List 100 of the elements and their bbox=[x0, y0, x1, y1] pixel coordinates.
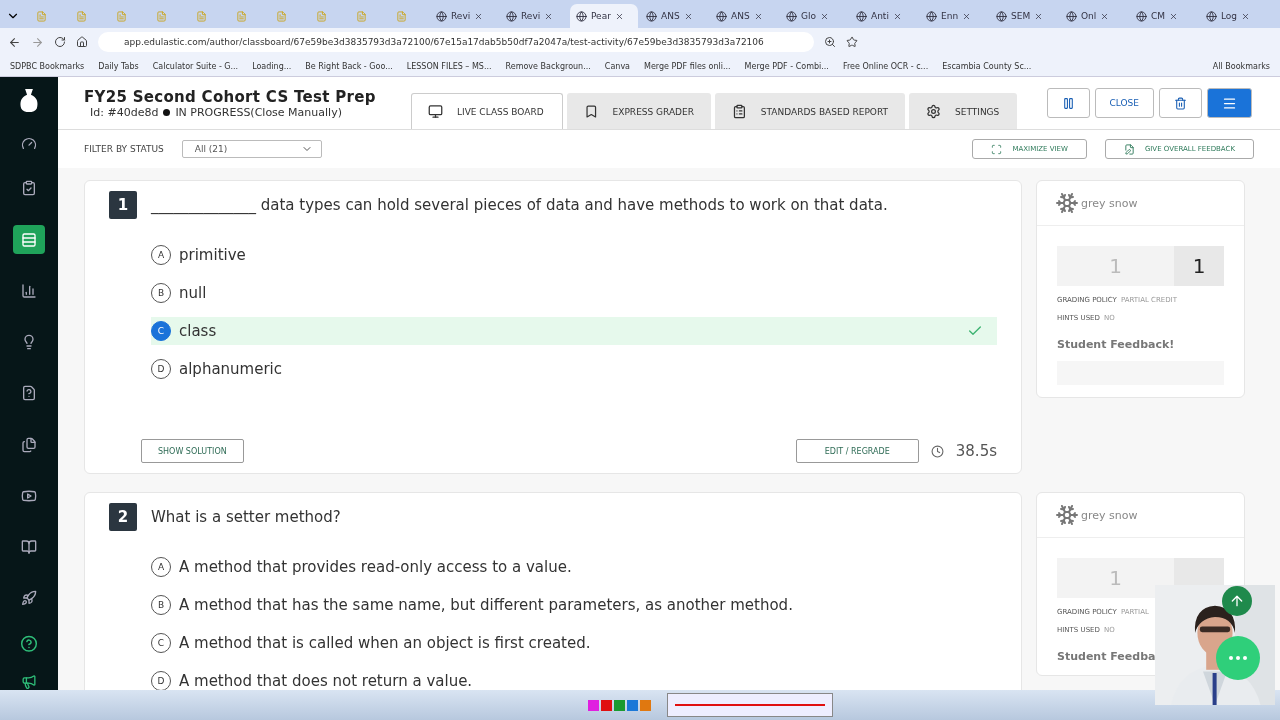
sidebar-item[interactable] bbox=[13, 225, 45, 255]
bookmark-item[interactable]: Free Online OCR - c... bbox=[842, 61, 929, 71]
close-icon[interactable] bbox=[753, 11, 763, 21]
color-swatch[interactable] bbox=[613, 699, 625, 711]
bookmark-icon bbox=[584, 104, 599, 119]
bookmark-item[interactable]: Remove Backgroun... bbox=[505, 61, 591, 71]
close-icon[interactable] bbox=[683, 11, 693, 21]
color-swatch[interactable] bbox=[600, 699, 612, 711]
board-tab[interactable]: STANDARDS BASED REPORT bbox=[715, 93, 905, 129]
close-button[interactable]: CLOSE bbox=[1094, 88, 1154, 118]
browser-tab[interactable]: Glo bbox=[780, 4, 848, 28]
browser-tab[interactable]: Enn bbox=[920, 4, 988, 28]
bookmark-item[interactable]: Daily Tabs bbox=[98, 61, 139, 71]
student-name: grey snow bbox=[1081, 196, 1138, 210]
all-bookmarks-item[interactable]: All Bookmarks bbox=[1212, 61, 1270, 71]
bookmark-item[interactable]: Canva bbox=[604, 61, 631, 71]
star-icon[interactable] bbox=[846, 36, 858, 48]
assignment-title: FY25 Second Cohort CS Test Prep bbox=[84, 87, 377, 106]
browser-tab[interactable]: Anti bbox=[850, 4, 918, 28]
page-icon bbox=[996, 10, 1007, 22]
color-swatch[interactable] bbox=[587, 699, 599, 711]
close-icon[interactable] bbox=[820, 11, 829, 21]
close-icon[interactable] bbox=[892, 11, 902, 21]
browser-tab[interactable]: ANS bbox=[640, 4, 708, 28]
frame-icon bbox=[991, 143, 1003, 155]
regrade-button[interactable]: EDIT / REGRADE bbox=[795, 439, 919, 463]
page-icon bbox=[1206, 10, 1217, 22]
reload-icon[interactable] bbox=[54, 36, 66, 48]
browser-tab[interactable]: Revi bbox=[430, 4, 498, 28]
close-icon[interactable] bbox=[1169, 11, 1179, 21]
browser-tab[interactable]: ANS bbox=[710, 4, 778, 28]
option-text: A method that is called when an object is first created. bbox=[179, 634, 592, 652]
show-solution-button[interactable]: SHOW SOLUTION bbox=[141, 439, 244, 463]
bookmark-item[interactable]: Merge PDF files onli... bbox=[644, 61, 731, 71]
help-icon[interactable] bbox=[20, 634, 38, 653]
close-icon[interactable] bbox=[1034, 11, 1044, 21]
bookmark-item[interactable]: Be Right Back - Goo... bbox=[305, 61, 393, 71]
forward-icon[interactable] bbox=[31, 35, 44, 49]
color-swatch[interactable] bbox=[626, 699, 638, 711]
tab-title: ANS bbox=[731, 11, 750, 21]
board-tab[interactable]: EXPRESS GRADER bbox=[567, 93, 711, 129]
option-text: A method that provides read-only access to a value. bbox=[179, 558, 573, 576]
bookmark-item[interactable]: Calculator Suite - G... bbox=[152, 61, 239, 71]
page-icon bbox=[576, 10, 587, 22]
bookmark-item[interactable]: Escambia County Sc... bbox=[942, 61, 1032, 71]
browser-tab[interactable]: Log bbox=[1200, 4, 1268, 28]
monitor-icon bbox=[428, 104, 443, 119]
zoom-icon[interactable] bbox=[824, 36, 836, 48]
bookmark-item[interactable]: LESSON FILES – MS... bbox=[406, 61, 492, 71]
page-icon bbox=[156, 10, 167, 22]
page-icon bbox=[76, 10, 87, 22]
close-icon[interactable] bbox=[1100, 11, 1110, 21]
close-icon[interactable] bbox=[544, 11, 554, 21]
browser-tab[interactable]: Onl bbox=[1060, 4, 1128, 28]
feedback-title: Student Feedba bbox=[1057, 650, 1157, 663]
close-icon[interactable] bbox=[1241, 11, 1251, 21]
back-icon[interactable] bbox=[8, 35, 21, 49]
question-number: 2 bbox=[109, 503, 137, 531]
tab-title: ANS bbox=[661, 11, 680, 21]
megaphone-icon[interactable] bbox=[21, 674, 37, 690]
browser-tab[interactable]: Pear bbox=[570, 4, 638, 28]
close-icon[interactable] bbox=[962, 11, 972, 21]
close-icon[interactable] bbox=[614, 11, 624, 21]
tab-title: Pear bbox=[591, 11, 611, 21]
dots-icon bbox=[1229, 656, 1247, 660]
student-name: grey snow bbox=[1081, 508, 1138, 522]
option-text: alphanumeric bbox=[179, 360, 283, 378]
close-icon[interactable] bbox=[474, 11, 484, 21]
delete-button[interactable] bbox=[1159, 88, 1202, 118]
page-icon bbox=[356, 10, 367, 22]
bookmark-item[interactable]: Merge PDF - Combi... bbox=[744, 61, 829, 71]
option-letter: B bbox=[151, 283, 171, 303]
bookmark-item[interactable]: SDPBC Bookmarks bbox=[10, 61, 85, 71]
option-letter: C bbox=[151, 321, 171, 341]
board-tab[interactable]: LIVE CLASS BOARD bbox=[411, 93, 563, 129]
address-bar[interactable]: app.edulastic.com/author/classboard/67e59be3d3835793d3a72100/67e15a17dab5b50df7a2047a/test-activity/67e59be3d3835793d3a72106 bbox=[98, 32, 814, 52]
option-text: null bbox=[179, 284, 208, 302]
dashboard-icon[interactable] bbox=[21, 136, 37, 152]
book-icon bbox=[21, 539, 37, 555]
score: 1 bbox=[1108, 253, 1123, 280]
color-swatch[interactable] bbox=[639, 699, 651, 711]
rocket-icon bbox=[21, 590, 37, 607]
browser-tab[interactable]: Revi bbox=[500, 4, 568, 28]
browser-tab[interactable]: SEM bbox=[990, 4, 1058, 28]
option-letter: A bbox=[151, 557, 171, 577]
browser-tab[interactable]: CM bbox=[1130, 4, 1198, 28]
page-icon bbox=[926, 10, 937, 22]
menu-button[interactable] bbox=[1207, 88, 1252, 118]
assignment-status: IN PROGRESS(Close Manually) bbox=[175, 105, 342, 119]
clipboard-icon bbox=[21, 180, 37, 197]
line-field[interactable] bbox=[666, 693, 833, 717]
tab-title: Onl bbox=[1081, 11, 1097, 21]
home-icon[interactable] bbox=[76, 36, 88, 48]
clock-icon bbox=[930, 444, 944, 458]
page-icon bbox=[236, 10, 247, 22]
board-tab[interactable]: SETTINGS bbox=[909, 93, 1017, 129]
option-letter: C bbox=[151, 633, 171, 653]
status-dropdown[interactable]: All (21) bbox=[181, 140, 322, 158]
bookmark-item[interactable]: Loading... bbox=[252, 61, 292, 71]
pause-button[interactable] bbox=[1046, 88, 1090, 118]
